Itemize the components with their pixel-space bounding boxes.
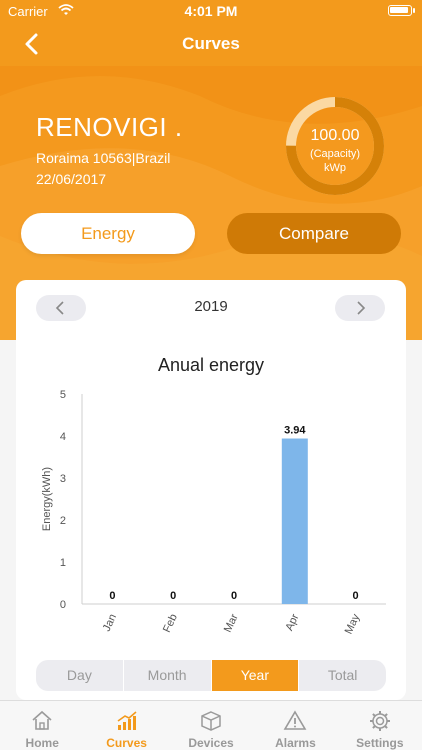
- nav-bar: Curves: [0, 22, 422, 66]
- period-tab-day[interactable]: Day: [36, 660, 124, 691]
- x-tick-label: Feb: [161, 612, 180, 634]
- chart-icon: [117, 711, 137, 730]
- y-tick-label: 1: [60, 557, 66, 569]
- bar-apr: [281, 438, 308, 604]
- plant-address: Roraima 10563|Brazil: [36, 150, 171, 166]
- period-segmented-control: Day Month Year Total: [36, 660, 386, 691]
- tab-curves[interactable]: Curves: [84, 701, 168, 750]
- tab-bar: Home Curves Devices Alarms Settings: [0, 700, 422, 750]
- next-year-button[interactable]: [335, 295, 385, 321]
- clock: 4:01 PM: [184, 3, 238, 19]
- tab-label: Devices: [188, 736, 234, 750]
- data-label: 0: [170, 590, 176, 602]
- chart-title: Anual energy: [157, 355, 265, 375]
- tab-label: Alarms: [275, 736, 316, 750]
- y-tick-label: 5: [60, 389, 66, 401]
- tab-label: Settings: [356, 736, 404, 750]
- tab-settings[interactable]: Settings: [338, 701, 422, 750]
- y-tick-label: 3: [60, 473, 66, 485]
- x-tick-label: May: [343, 612, 363, 636]
- plant-name: RENOVIGI .: [36, 112, 183, 142]
- x-tick-label: Jan: [101, 612, 119, 633]
- tab-alarms[interactable]: Alarms: [253, 701, 337, 750]
- tab-home[interactable]: Home: [0, 701, 84, 750]
- y-tick-label: 0: [60, 599, 66, 611]
- capacity-value: 100.00: [310, 127, 360, 144]
- battery-icon: [388, 5, 412, 16]
- energy-bar-chart: 0 1 2 3 4 5 Energy(kWh) 0 Jan 0 Feb 0 Mar 3.94 Apr 0 May: [41, 389, 386, 636]
- home-icon: [32, 710, 52, 730]
- tab-devices[interactable]: Devices: [169, 701, 253, 750]
- chevron-right-icon: [357, 301, 366, 315]
- energy-button[interactable]: Energy: [21, 213, 195, 254]
- page-title: Curves: [182, 34, 240, 53]
- warning-icon: [284, 710, 307, 730]
- x-tick-label: Apr: [283, 612, 301, 633]
- x-tick-label: Mar: [222, 612, 241, 635]
- y-tick-label: 4: [60, 431, 66, 443]
- data-label: 3.94: [284, 425, 306, 437]
- data-label: 0: [353, 590, 359, 602]
- tab-label: Home: [25, 736, 59, 750]
- plant-date: 22/06/2017: [36, 171, 107, 187]
- period-tab-year[interactable]: Year: [211, 660, 300, 691]
- gear-icon: [369, 711, 390, 731]
- compare-button[interactable]: Compare: [227, 213, 401, 254]
- period-tab-month[interactable]: Month: [124, 660, 212, 691]
- box-icon: [201, 711, 221, 731]
- y-axis-label: Energy(kWh): [41, 467, 53, 531]
- data-label: 0: [231, 590, 237, 602]
- capacity-gauge: 100.00 (Capacity) kWp: [284, 95, 386, 197]
- capacity-unit: kWp: [324, 162, 346, 174]
- period-tab-total[interactable]: Total: [299, 660, 386, 691]
- data-label: 0: [109, 590, 115, 602]
- tab-label: Curves: [106, 736, 147, 750]
- status-bar: Carrier 4:01 PM: [0, 0, 422, 22]
- capacity-label: (Capacity): [309, 148, 361, 160]
- y-tick-label: 2: [60, 515, 66, 527]
